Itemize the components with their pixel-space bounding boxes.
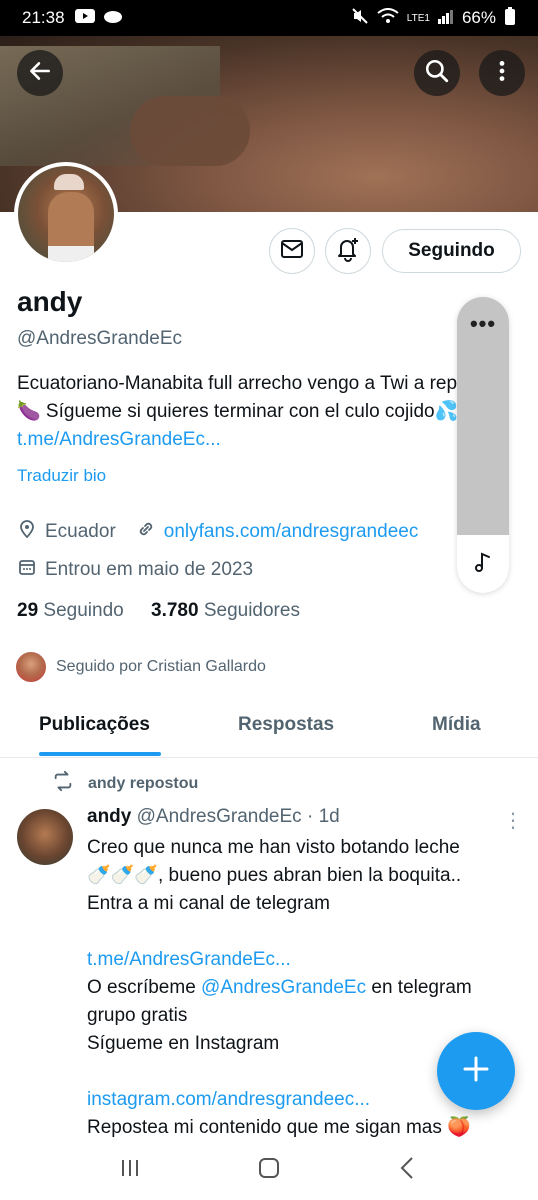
profile-location: Ecuador [45,521,116,542]
link-icon [136,519,164,545]
followers-count-link[interactable]: 3.780 Seguidores [151,600,300,621]
signal-icon [437,8,454,29]
profile-name: andy [17,286,83,317]
post-mention[interactable]: @AndresGrandeEc [201,977,366,998]
cloud-icon [103,8,123,29]
youtube-icon [74,8,95,28]
back-button[interactable] [17,50,63,96]
followed-by-text: Seguido por Cristian Gallardo [56,658,266,675]
post-line: Entra a mi canal de telegram [87,893,330,914]
post-time: · 1d [306,806,340,827]
back-nav-button[interactable] [394,1154,422,1187]
calendar-icon [17,557,45,583]
profile-joined-row: Entrou em maio de 2023 [17,557,253,583]
notify-button[interactable] [325,228,371,274]
bio-text: Ecuatoriano-Manabita full arrecho vengo … [17,373,490,422]
status-bar: 21:38 LTE1 66% [0,0,538,36]
profile-website[interactable]: onlyfans.com/andresgrandeec [164,521,419,543]
post-author-avatar[interactable] [17,809,73,865]
translate-bio-link[interactable]: Traduzir bio [17,466,106,486]
following-button[interactable]: Seguindo [382,229,521,273]
more-options-button[interactable] [479,50,525,96]
bio-link[interactable]: t.me/AndresGrandeEc... [17,429,221,450]
post-line: Creo que nunca me han visto botando lech… [87,837,460,858]
post-link-instagram[interactable]: instagram.com/andresgrandeec... [87,1089,370,1110]
status-time: 21:38 [22,8,65,27]
battery-level: 66% [461,8,496,27]
followers-label: Seguidores [203,600,300,621]
arrow-left-icon [27,58,53,89]
music-note-icon [471,550,495,579]
follower-avatar [14,650,48,684]
recent-apps-button[interactable] [116,1154,144,1187]
repost-icon [52,770,88,797]
tab-posts[interactable]: Publicações [39,714,150,736]
profile-bio: Ecuatoriano-Manabita full arrecho vengo … [17,370,517,454]
profile-joined: Entrou em maio de 2023 [45,559,254,580]
tab-replies[interactable]: Respostas [238,714,334,736]
active-tab-indicator [39,752,161,756]
location-icon [17,519,45,545]
post-line: 🍼🍼🍼, bueno pues abran bien la boquita.. [87,865,462,886]
bell-plus-icon [335,236,361,267]
tab-media[interactable]: Mídia [432,714,481,736]
music-note-button[interactable] [457,535,509,593]
post-link-telegram[interactable]: t.me/AndresGrandeEc... [87,949,291,970]
plus-icon [461,1054,491,1089]
post-line: O escríbeme [87,977,202,998]
post-line: grupo gratis [87,1005,188,1026]
profile-tabs: Publicações Respostas Mídia [0,700,538,758]
following-count: 29 [17,600,39,621]
followed-by-row[interactable]: Seguido por Cristian Gallardo [14,650,266,684]
message-button[interactable] [269,228,315,274]
post-author-handle[interactable]: @AndresGrandeEc [137,806,302,827]
battery-icon [504,6,516,30]
search-button[interactable] [414,50,460,96]
search-icon [424,58,450,89]
post-line: en telegram [366,977,472,998]
post-line: Repostea mi contenido que me sigan mas 🍑 [87,1117,471,1138]
following-label: Seguindo [43,600,124,621]
more-horizontal-icon[interactable]: ••• [457,311,509,337]
post-line: Sígueme en Instagram [87,1033,280,1054]
following-count-link[interactable]: 29 Seguindo [17,600,124,621]
mail-icon [280,239,304,264]
profile-handle: @AndresGrandeEc [17,328,183,349]
system-nav-bar [0,1140,538,1200]
repost-indicator: andy repostou [52,770,198,797]
followers-count: 3.780 [151,600,199,621]
post-header: andy @AndresGrandeEc · 1d [87,806,340,828]
follow-counts: 29 Seguindo 3.780 Seguidores [17,600,300,622]
mute-icon [351,7,369,30]
wifi-icon [377,7,399,29]
home-button[interactable] [255,1154,283,1187]
network-label: LTE1 [406,12,430,24]
post-author-name[interactable]: andy [87,806,131,827]
profile-avatar[interactable] [14,162,118,266]
repost-label: andy repostou [88,774,199,792]
floating-side-panel[interactable]: ••• [457,297,509,593]
compose-button[interactable] [437,1032,515,1110]
more-vertical-icon [489,58,515,89]
profile-meta-row: Ecuador onlyfans.com/andresgrandeec [17,519,418,545]
post-more-icon[interactable]: ⋮ [503,808,523,833]
